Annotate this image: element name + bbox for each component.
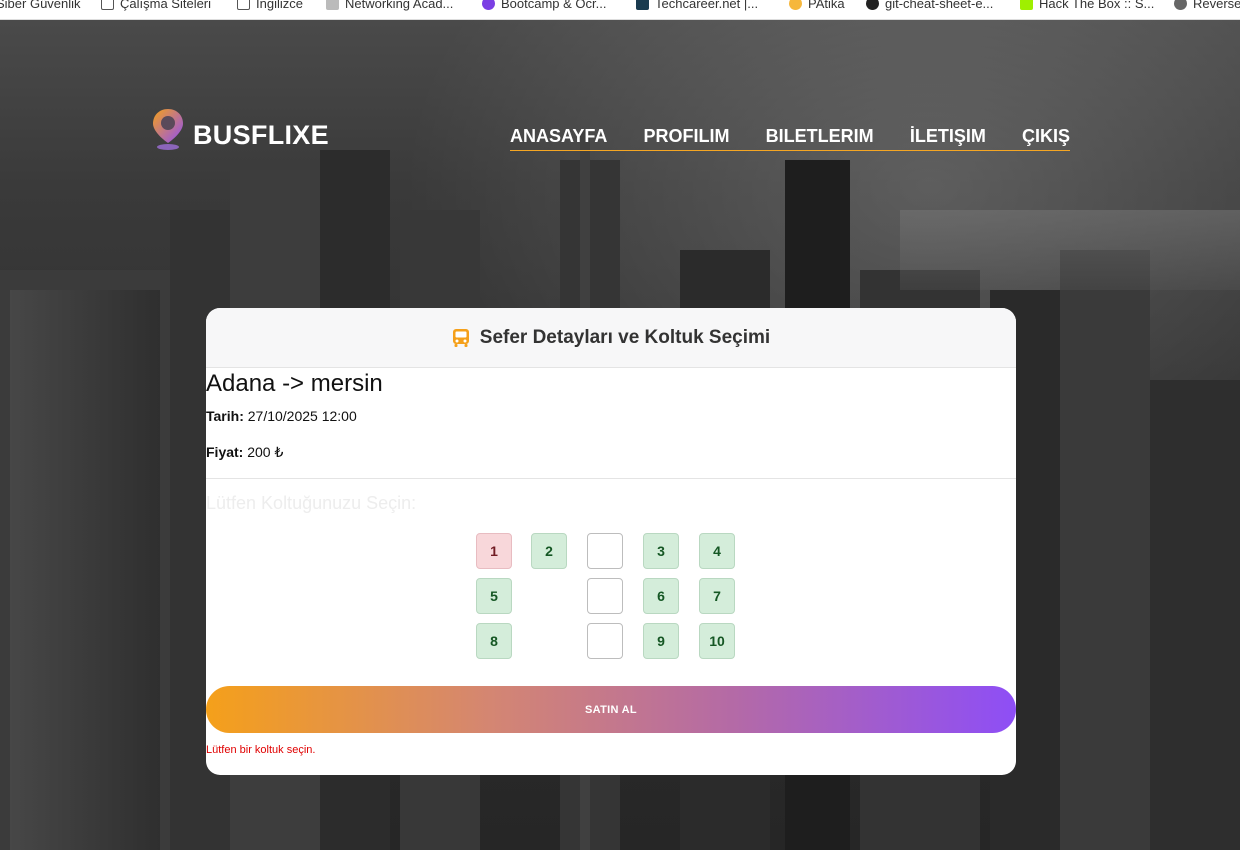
aisle-space [587,578,623,614]
bookmarks-bar: Siber Güvenlik Çalışma Siteleri İngilizc… [0,0,1240,20]
seat-2[interactable]: 2 [531,533,567,569]
nav-tickets[interactable]: BILETLERIM [766,124,874,150]
bookmark-label: git-cheat-sheet-e... [885,0,994,11]
map-pin-icon [153,108,183,150]
seat-1[interactable]: 1 [476,533,512,569]
bootcamp-icon [482,0,495,10]
route-title: Adana -> mersin [206,370,383,397]
building [10,290,160,850]
nav-contact[interactable]: İLETIŞIM [910,124,986,150]
bookmark-label: Bootcamp & Öcr... [501,0,607,11]
aisle-space [587,623,623,659]
bookmark-patika[interactable]: PAtika [789,0,845,13]
seat-3[interactable]: 3 [643,533,679,569]
card-title: Sefer Detayları ve Koltuk Seçimi [479,326,771,348]
nav-profile[interactable]: PROFILIM [644,124,730,150]
building [1060,250,1150,850]
trip-price: Fiyat: 200 ₺ [206,444,283,461]
bookmark-label: Çalışma Siteleri [120,0,212,11]
date-label: Tarih: [206,408,244,424]
seat-4[interactable]: 4 [699,533,735,569]
bookmark-label: Siber Güvenlik [0,0,81,11]
brand-name: BUSFLIXE [193,120,329,150]
trip-card: Sefer Detayları ve Koltuk Seçimi Adana -… [206,308,1016,775]
folder-icon [101,0,114,10]
trip-date: Tarih: 27/10/2025 12:00 [206,408,357,424]
bookmark-techcareer[interactable]: Techcareer.net |... [636,0,758,13]
brand-logo[interactable]: BUSFLIXE [151,106,329,151]
bookmark-networking-academy[interactable]: Networking Acad... [326,0,453,13]
globe-icon [1174,0,1187,10]
bookmark-label: İngilizce [256,0,303,11]
github-icon [866,0,879,10]
main-nav: ANASAYFA PROFILIM BILETLERIM İLETIŞIM ÇI… [510,124,1070,151]
aisle-space [587,533,623,569]
building [1150,380,1240,850]
buy-button[interactable]: SATIN AL [206,686,1016,733]
seat-9[interactable]: 9 [643,623,679,659]
bookmark-label: Networking Acad... [345,0,454,11]
bookmark-label: Techcareer.net |... [655,0,759,11]
patika-icon [789,0,802,10]
folder-icon [237,0,250,10]
nav-home[interactable]: ANASAYFA [510,124,607,150]
divider [206,478,1016,479]
bookmark-calisma-siteleri[interactable]: Çalışma Siteleri [101,0,211,13]
bookmark-label: Hack The Box :: S... [1039,0,1155,11]
techcareer-icon [636,0,649,10]
bus-icon [452,328,469,347]
seat-prompt: Lütfen Koltuğunuzu Seçin: [206,493,417,513]
nav-logout[interactable]: ÇIKIŞ [1022,124,1070,150]
price-value: 200 ₺ [247,444,284,460]
seat-8[interactable]: 8 [476,623,512,659]
bookmark-hack-the-box[interactable]: Hack The Box :: S... [1020,0,1154,13]
seat-7[interactable]: 7 [699,578,735,614]
river [900,210,1240,290]
bookmark-reverse[interactable]: Reverse [1174,0,1240,13]
bookmark-git-cheat-sheet[interactable]: git-cheat-sheet-e... [866,0,993,13]
cisco-icon [326,0,339,10]
seat-5[interactable]: 5 [476,578,512,614]
price-label: Fiyat: [206,444,244,460]
bookmark-ingilizce[interactable]: İngilizce [237,0,303,13]
bookmark-siber-guvenlik[interactable]: Siber Güvenlik [0,0,81,13]
bookmark-label: Reverse [1193,0,1240,11]
card-header: Sefer Detayları ve Koltuk Seçimi [206,308,1016,368]
date-value: 27/10/2025 12:00 [247,408,357,424]
htb-icon [1020,0,1033,10]
seat-6[interactable]: 6 [643,578,679,614]
bookmark-label: PAtika [808,0,845,11]
seat-10[interactable]: 10 [699,623,735,659]
bookmark-bootcamp[interactable]: Bootcamp & Öcr... [482,0,607,13]
error-message: Lütfen bir koltuk seçin. [206,744,316,756]
